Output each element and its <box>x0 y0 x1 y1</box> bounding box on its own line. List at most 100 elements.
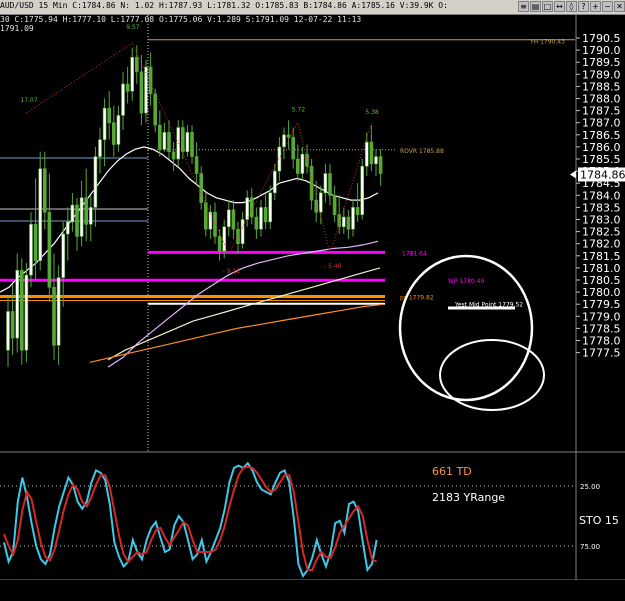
candle-body <box>222 226 226 252</box>
candle-body <box>29 224 33 276</box>
candle-body <box>61 233 66 278</box>
candle-body <box>314 199 319 213</box>
swing-label: - 5.46 <box>324 263 342 270</box>
candle-body <box>369 141 374 165</box>
candle-body <box>378 156 383 174</box>
candle-body <box>181 127 185 153</box>
time-axis <box>0 580 625 601</box>
candle-body <box>33 224 38 261</box>
candle-body <box>47 211 52 288</box>
price-tick-label: 1778.5 <box>582 322 621 335</box>
price-tick-label: 1781.5 <box>582 250 621 263</box>
candle-body <box>295 158 300 174</box>
candle-body <box>268 192 273 223</box>
moving-average-line <box>89 303 385 363</box>
candle-body <box>52 286 56 346</box>
candle-body <box>346 216 351 230</box>
candle-body <box>56 277 61 346</box>
price-tick-label: 1790.0 <box>582 44 621 57</box>
candle-body <box>84 197 88 225</box>
price-tick-label: 1779.5 <box>582 298 621 311</box>
candle-body <box>213 211 217 237</box>
candle-body <box>351 207 355 230</box>
candle-body <box>355 207 360 215</box>
candle-body <box>282 134 286 148</box>
candle-body <box>171 151 176 160</box>
swing-label: 5.38 <box>365 109 379 116</box>
candle-body <box>208 211 213 230</box>
level-label: YH 1790.43 <box>529 39 565 46</box>
price-tick-label: 1784.0 <box>582 189 621 202</box>
candle-body <box>42 168 47 213</box>
candle-body <box>75 204 79 237</box>
candle-body <box>240 219 245 245</box>
candle-body <box>153 93 157 126</box>
candle-body <box>10 311 15 339</box>
oscillator-line <box>3 461 378 579</box>
level-label: 1781.64 <box>402 250 427 257</box>
candle-body <box>158 124 162 150</box>
candle-body <box>318 192 323 213</box>
candle-body <box>66 221 70 235</box>
price-tick-label: 1785.5 <box>582 153 621 166</box>
candle-body <box>24 274 29 351</box>
candle-body <box>190 132 194 157</box>
current-price-label: 1784.86 <box>580 168 625 181</box>
swing-label: 17.07 <box>20 97 37 104</box>
candle-body <box>217 236 222 252</box>
swing-label: - 9.11 <box>223 268 241 275</box>
candle-body <box>374 156 378 165</box>
price-tick-label: 1782.5 <box>582 226 621 239</box>
candle-body <box>130 57 134 92</box>
candle-body <box>102 107 107 140</box>
price-tick-label: 1789.5 <box>582 56 621 69</box>
candle-body <box>116 115 121 145</box>
candle-body <box>364 141 369 167</box>
candle-body <box>125 83 130 92</box>
swing-label: 9.57 <box>126 24 140 31</box>
candle-body <box>309 165 314 201</box>
price-tick-label: 1790.5 <box>582 32 621 45</box>
candle-body <box>323 173 328 194</box>
candle-body <box>300 153 305 174</box>
candle-body <box>38 168 43 261</box>
price-tick-label: 1780.0 <box>582 286 621 299</box>
oscillator-info-yrange: 2183 YRange <box>432 491 505 504</box>
swing-label: 5.72 <box>292 106 306 113</box>
oscillator-line <box>3 465 378 571</box>
price-tick-label: 1787.5 <box>582 105 621 118</box>
price-tick-label: 1780.5 <box>582 274 621 287</box>
candle-body <box>144 66 148 114</box>
candle-body <box>236 228 240 244</box>
candle-body <box>19 270 24 351</box>
level-label: ROVR 1785.88 <box>400 148 444 155</box>
price-tick-label: 1786.5 <box>582 129 621 142</box>
candle-body <box>231 209 236 230</box>
candle-body <box>15 270 19 339</box>
price-tick-label: 1777.5 <box>582 347 621 360</box>
candle-body <box>259 207 263 230</box>
candle-body <box>121 83 125 116</box>
candle-body <box>112 122 116 145</box>
candle-body <box>107 107 111 123</box>
candle-body <box>245 197 249 220</box>
price-tick-label: 1783.5 <box>582 201 621 214</box>
candle-body <box>291 136 296 160</box>
price-tick-label: 1788.5 <box>582 80 621 93</box>
candle-body <box>6 311 10 351</box>
candle-body <box>332 195 337 215</box>
price-chart[interactable]: YH 1790.43ROVR 1785.881781.64WP 1780.49p… <box>0 0 625 601</box>
candle-body <box>254 216 259 230</box>
price-tick-label: 1788.0 <box>582 93 621 106</box>
candle-body <box>79 197 84 237</box>
candle-body <box>194 156 199 174</box>
candle-body <box>263 207 268 223</box>
candle-body <box>139 71 144 114</box>
level-label: WP 1780.49 <box>448 278 484 285</box>
candle-body <box>135 57 139 73</box>
price-tick-label: 1787.0 <box>582 117 621 130</box>
candle-body <box>98 139 102 157</box>
price-tick-label: 1789.0 <box>582 68 621 81</box>
oscillator-tick-label: 75.00 <box>580 543 600 551</box>
price-tick-label: 1779.0 <box>582 310 621 323</box>
